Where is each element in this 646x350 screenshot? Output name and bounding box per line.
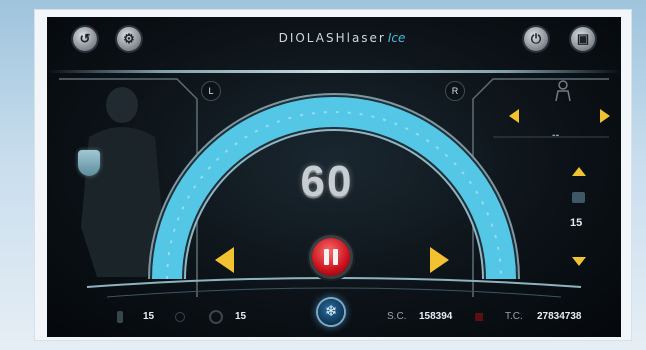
tc-value: 27834738 bbox=[537, 311, 582, 322]
left-side-label[interactable]: L bbox=[201, 81, 221, 101]
pause-icon-bar-2 bbox=[333, 249, 338, 265]
timer-icon bbox=[209, 310, 223, 324]
spot-size-icon bbox=[572, 192, 585, 203]
value-down-arrow-icon[interactable] bbox=[572, 257, 586, 266]
cooling-button[interactable]: ❄ bbox=[318, 299, 344, 325]
reset-counter-icon[interactable] bbox=[475, 313, 483, 321]
value-up-arrow-icon[interactable] bbox=[572, 167, 586, 176]
right-side-label[interactable]: R bbox=[445, 81, 465, 101]
sc-value: 158394 bbox=[419, 311, 453, 322]
increase-right-arrow-icon[interactable] bbox=[430, 247, 449, 273]
pause-icon-bar-1 bbox=[324, 249, 329, 265]
snowflake-icon: ❄ bbox=[324, 303, 338, 320]
gauge-value: 60 bbox=[300, 157, 354, 206]
right-panel-value: 15 bbox=[570, 217, 583, 229]
bottom-left-value-2: 15 bbox=[235, 311, 247, 322]
person-icon bbox=[555, 80, 571, 102]
device-screen: ↺ ⚙ DIOLASHlaser Ice ⏻ ▣ L R 60 -- 15 15… bbox=[47, 17, 621, 337]
right-panel-dash: -- bbox=[552, 129, 560, 141]
pulse-icon bbox=[175, 312, 185, 322]
tc-label: T.C. bbox=[505, 311, 523, 322]
decrease-left-arrow-icon[interactable] bbox=[215, 247, 234, 273]
right-panel-prev-arrow-icon[interactable] bbox=[509, 109, 519, 123]
pause-button[interactable] bbox=[312, 238, 350, 276]
sc-label: S.C. bbox=[387, 311, 407, 322]
bottom-left-value-1: 15 bbox=[143, 311, 155, 322]
energy-icon bbox=[117, 311, 123, 323]
right-panel-next-arrow-icon[interactable] bbox=[600, 109, 610, 123]
